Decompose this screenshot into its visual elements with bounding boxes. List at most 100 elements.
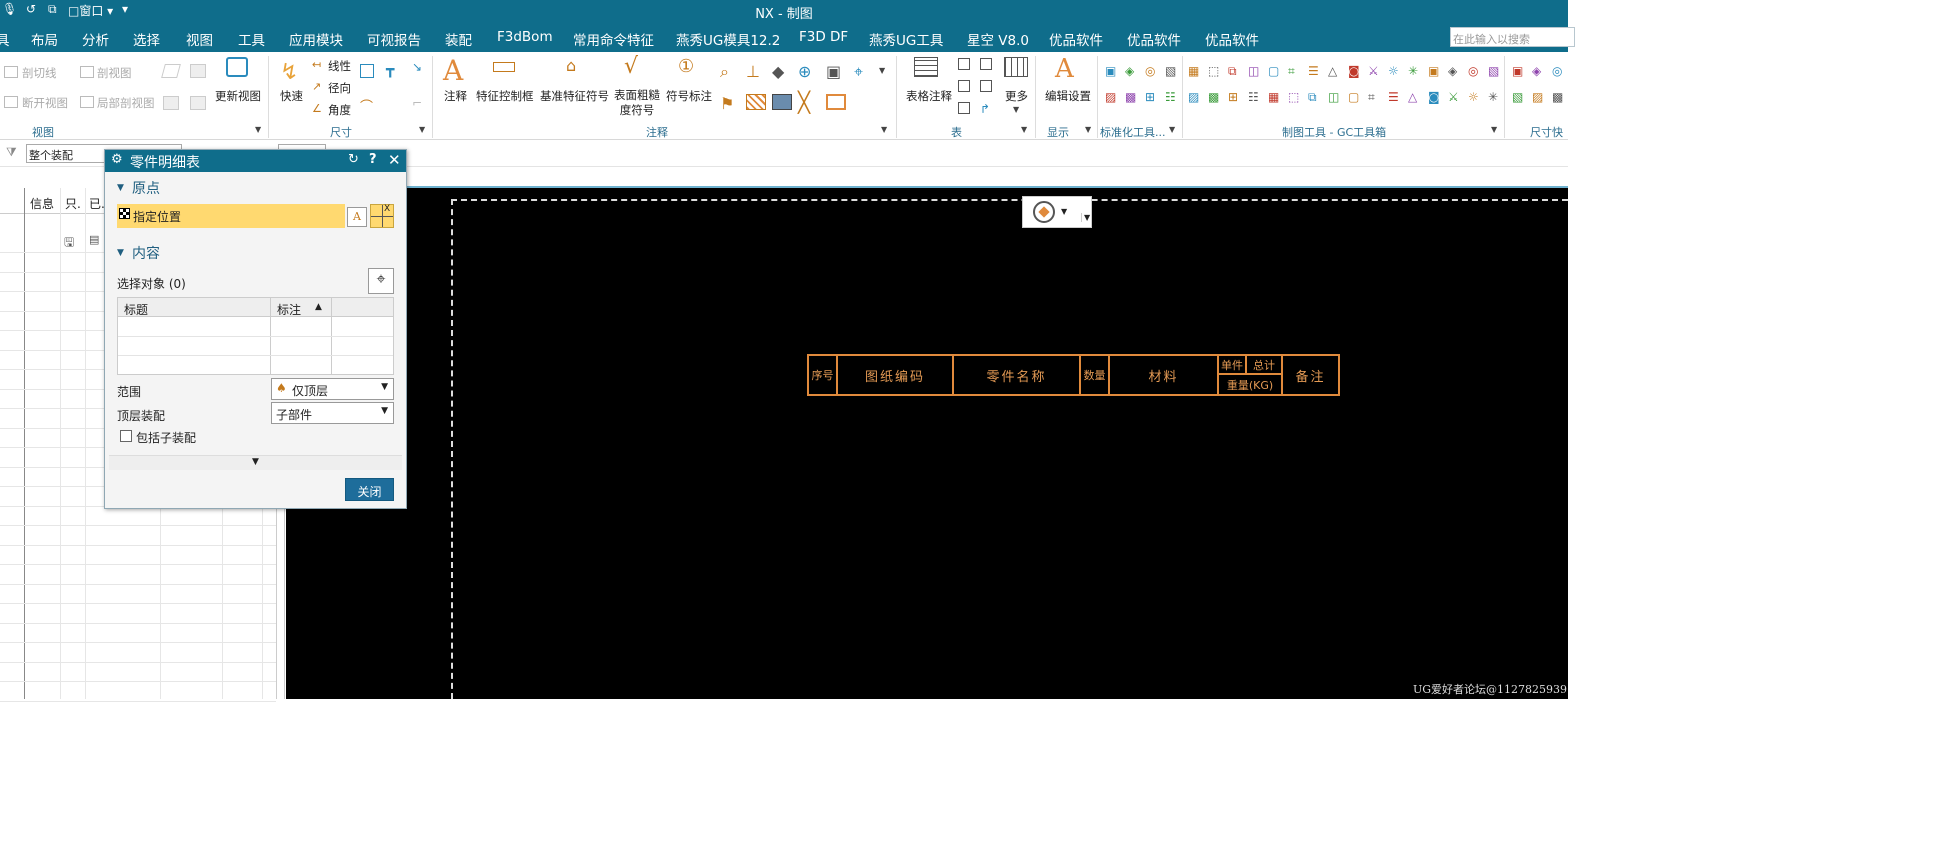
- toolbox-tool-icon[interactable]: ▣: [1428, 64, 1439, 78]
- gc-group-expand-icon[interactable]: ▼: [1491, 125, 1497, 134]
- menu-youpin-2[interactable]: 优品软件: [1127, 29, 1181, 49]
- ordinate-dim-icon[interactable]: ┳: [386, 62, 394, 78]
- menu-youpin-3[interactable]: 优品软件: [1205, 29, 1259, 49]
- toolbox-tool-icon[interactable]: ◙: [1348, 64, 1360, 78]
- snap-point-icon[interactable]: [1033, 201, 1055, 223]
- center-mark-icon[interactable]: ⊕: [798, 62, 811, 81]
- filter-icon[interactable]: ⧩: [6, 145, 17, 160]
- snap-dropdown-icon[interactable]: ▼: [1061, 207, 1067, 216]
- fill-icon[interactable]: ◆: [772, 62, 784, 81]
- std-group-expand-icon[interactable]: ▼: [1169, 125, 1175, 134]
- toolbox-tool-icon[interactable]: ▨: [1105, 90, 1116, 104]
- collapse-origin-icon[interactable]: ▼: [117, 183, 124, 193]
- more-table-dropdown-icon[interactable]: ▼: [1013, 105, 1019, 114]
- more-table-button[interactable]: 更多: [1005, 88, 1028, 104]
- view-wire-icon[interactable]: [190, 96, 206, 110]
- toolbox-tool-icon[interactable]: ▦: [1188, 64, 1199, 78]
- selected-objects-table[interactable]: 标题 标注 ▲: [117, 297, 394, 375]
- column-annotation[interactable]: 标注: [277, 301, 301, 318]
- toolbox-tool-icon[interactable]: ◫: [1328, 90, 1339, 104]
- menu-view[interactable]: 视图: [186, 29, 213, 49]
- toolbox-tool-icon[interactable]: ▨: [1188, 90, 1199, 104]
- table-icon-5[interactable]: [958, 102, 970, 114]
- top-assembly-dropdown[interactable]: 子部件 ▼: [271, 402, 394, 424]
- balloon-button[interactable]: 符号标注: [666, 88, 712, 104]
- toolbox-tool-icon[interactable]: ⬚: [1288, 90, 1299, 104]
- menu-assembly[interactable]: 装配: [445, 29, 472, 49]
- surface-finish-button[interactable]: 表面粗糙度符号: [614, 88, 660, 118]
- toolbox-tool-icon[interactable]: ▦: [1268, 90, 1279, 104]
- toolbox-tool-icon[interactable]: ✳: [1488, 90, 1498, 104]
- thickness-dim-icon[interactable]: ↘: [412, 60, 422, 74]
- toolbox-tool-icon[interactable]: ▧: [1512, 90, 1523, 104]
- hatch-icon[interactable]: [746, 94, 766, 110]
- select-objects-button[interactable]: ⌖: [368, 268, 394, 294]
- menu-f3dbom[interactable]: F3dBom: [497, 29, 553, 45]
- arc-length-icon[interactable]: ⌒: [360, 96, 373, 115]
- origin-tool-icon[interactable]: A: [347, 207, 367, 227]
- region-icon[interactable]: [826, 94, 846, 110]
- toolbox-tool-icon[interactable]: ⚔: [1368, 64, 1379, 78]
- drawing-canvas[interactable]: [286, 188, 1568, 699]
- image-icon[interactable]: [772, 94, 792, 110]
- menu-visual-report[interactable]: 可视报告: [367, 29, 421, 49]
- datum-target-icon[interactable]: ⊥: [746, 62, 760, 81]
- reset-icon[interactable]: ↻: [348, 152, 359, 167]
- toolbox-tool-icon[interactable]: ◫: [1248, 64, 1259, 78]
- table-icon-3[interactable]: [958, 80, 970, 92]
- section-line-button[interactable]: 剖切线: [22, 65, 57, 81]
- toolbox-tool-icon[interactable]: ⧉: [1308, 90, 1317, 105]
- toolbox-tool-icon[interactable]: ☷: [1165, 90, 1176, 104]
- help-icon[interactable]: ?: [369, 152, 377, 167]
- perimeter-dim-icon[interactable]: ⌐: [412, 96, 422, 110]
- toolbox-tool-icon[interactable]: ⊞: [1228, 90, 1238, 104]
- close-icon[interactable]: ✕: [388, 151, 401, 169]
- alignment-icon[interactable]: X: [370, 204, 394, 228]
- toolbox-tool-icon[interactable]: ⧉: [1228, 64, 1237, 79]
- toolbox-tool-icon[interactable]: ▩: [1125, 90, 1136, 104]
- toolbox-tool-icon[interactable]: ☼: [1468, 90, 1479, 104]
- radial-dimension-button[interactable]: 径向: [328, 80, 351, 96]
- dialog-title-bar[interactable]: ⚙ 零件明细表 ↻ ? ✕: [105, 150, 406, 172]
- toolbox-tool-icon[interactable]: △: [1328, 64, 1337, 78]
- toolbox-tool-icon[interactable]: ▩: [1552, 90, 1563, 104]
- toolbox-tool-icon[interactable]: ▩: [1208, 90, 1219, 104]
- toolbox-tool-icon[interactable]: △: [1408, 90, 1417, 104]
- include-subassembly-checkbox[interactable]: [120, 430, 132, 442]
- angular-dimension-button[interactable]: 角度: [328, 102, 351, 118]
- note-button[interactable]: 注释: [444, 88, 467, 104]
- display-group-expand-icon[interactable]: ▼: [1085, 125, 1091, 134]
- toolbox-tool-icon[interactable]: ◈: [1532, 64, 1541, 78]
- content-section-title[interactable]: 内容: [132, 243, 160, 263]
- column-info[interactable]: 信息: [30, 195, 54, 212]
- collapse-content-icon[interactable]: ▼: [117, 248, 124, 258]
- snap-more-icon[interactable]: ▼: [1081, 213, 1090, 222]
- toolbox-tool-icon[interactable]: ✳: [1408, 64, 1418, 78]
- toolbox-tool-icon[interactable]: ◎: [1468, 64, 1478, 78]
- more-annotation-icon[interactable]: ▼: [879, 66, 885, 75]
- origin-section-title[interactable]: 原点: [132, 178, 160, 198]
- break-out-section-button[interactable]: 局部剖视图: [97, 95, 155, 111]
- toolbox-tool-icon[interactable]: ⬚: [1208, 64, 1219, 78]
- linear-dimension-button[interactable]: 线性: [328, 58, 351, 74]
- sort-ascending-icon[interactable]: ▲: [315, 302, 322, 312]
- menu-xingkong[interactable]: 星空 V8.0: [967, 29, 1029, 49]
- toolbox-tool-icon[interactable]: ▢: [1348, 90, 1359, 104]
- table-icon-6[interactable]: ↱: [980, 102, 990, 116]
- menu-applications[interactable]: 应用模块: [289, 29, 343, 49]
- toolbox-tool-icon[interactable]: ⚔: [1448, 90, 1459, 104]
- toolbox-tool-icon[interactable]: ▢: [1268, 64, 1279, 78]
- toolbox-tool-icon[interactable]: ⌗: [1288, 64, 1295, 79]
- image-note-icon[interactable]: ▣: [826, 62, 841, 81]
- toolbox-tool-icon[interactable]: ▧: [1488, 64, 1499, 78]
- feature-control-frame-button[interactable]: 特征控制框: [476, 88, 534, 104]
- specify-location-row[interactable]: 指定位置: [117, 204, 345, 228]
- toolbox-tool-icon[interactable]: ▣: [1512, 64, 1523, 78]
- column-readonly[interactable]: 只.: [65, 195, 81, 212]
- datum-feature-button[interactable]: 基准特征符号: [540, 88, 609, 104]
- broken-view-button[interactable]: 断开视图: [22, 95, 68, 111]
- scope-dropdown[interactable]: ♠ 仅顶层 ▼: [271, 378, 394, 400]
- column-modified[interactable]: 已.: [89, 195, 105, 212]
- toolbox-tool-icon[interactable]: ☰: [1388, 90, 1399, 104]
- edit-settings-button[interactable]: 编辑设置: [1045, 88, 1091, 104]
